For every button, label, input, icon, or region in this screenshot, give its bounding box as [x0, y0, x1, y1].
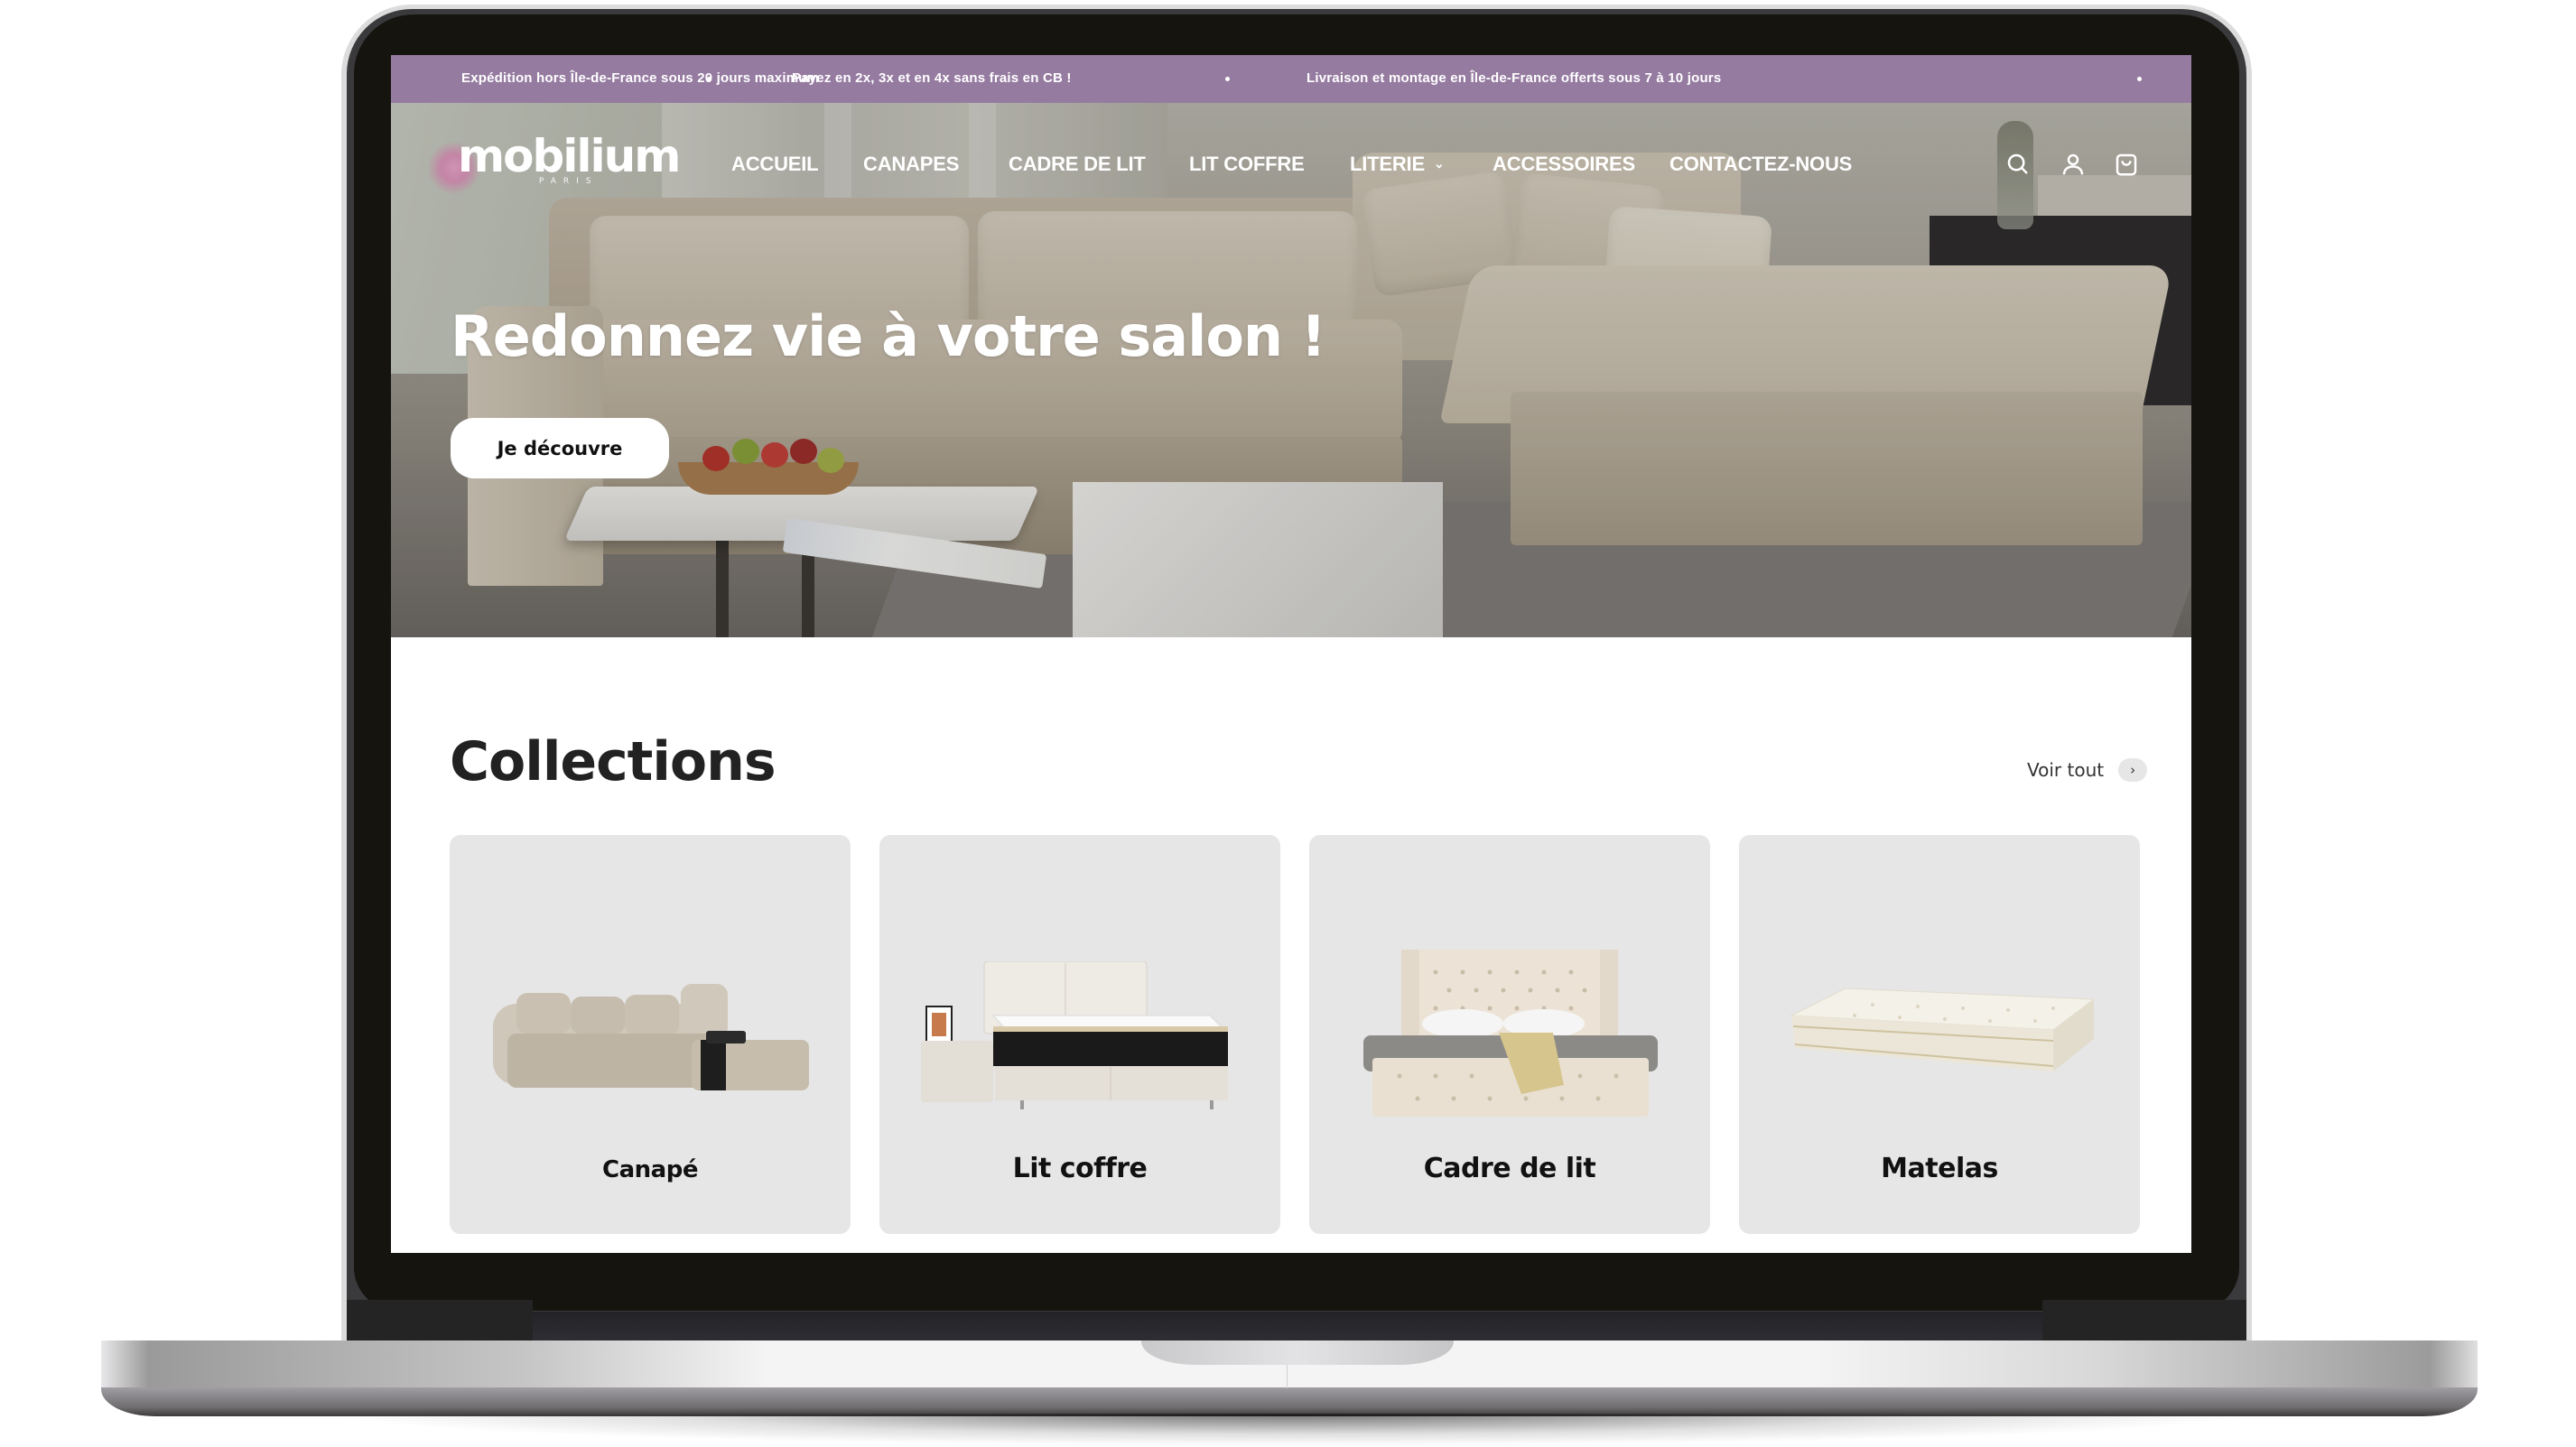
sofa-image: [493, 984, 809, 1090]
collection-card-canape[interactable]: Canapé: [450, 835, 851, 1234]
cart-icon[interactable]: [2113, 151, 2140, 178]
collections-title: Collections: [450, 730, 777, 793]
announcement-message[interactable]: Payez en 2x, 3x et en 4x sans frais en C…: [792, 70, 1072, 86]
collection-label: Cadre de lit: [1423, 1153, 1596, 1184]
chevron-down-icon: ⌄: [1433, 156, 1445, 171]
laptop-hinge: [533, 1312, 2042, 1342]
laptop-shadow: [325, 1414, 2257, 1446]
collection-card-lit-coffre[interactable]: Lit coffre: [879, 835, 1280, 1234]
separator-dot: [1225, 77, 1230, 81]
collection-label: Canapé: [602, 1156, 698, 1183]
search-icon[interactable]: [2004, 151, 2032, 178]
see-all-link[interactable]: Voir tout ›: [2027, 758, 2148, 782]
logo-wordmark: mobilium: [458, 130, 681, 182]
hero-title: Redonnez vie à votre salon !: [451, 303, 1326, 369]
storage-bed-image: [921, 961, 1230, 1109]
announcement-message[interactable]: Expédition hors Île-de-France sous 20 jo…: [461, 70, 819, 86]
collection-label: Matelas: [1881, 1153, 1998, 1184]
announcement-message[interactable]: Livraison et montage en Île-de-France of…: [1307, 70, 1721, 86]
laptop-hinge-right: [2042, 1300, 2246, 1342]
nav-literie-label: LITERIE: [1350, 153, 1425, 175]
laptop-base-seam: [1287, 1365, 1288, 1388]
nav-lit-coffre[interactable]: LIT COFFRE: [1189, 153, 1305, 176]
announcement-bar: Expédition hors Île-de-France sous 20 jo…: [391, 55, 2191, 103]
see-all-label: Voir tout: [2027, 759, 2105, 781]
nav-accueil[interactable]: ACCUEIL: [731, 153, 819, 176]
laptop-base-lip: [101, 1387, 2478, 1416]
nav-cadre-de-lit[interactable]: CADRE DE LIT: [1009, 153, 1146, 176]
bed-frame-image: [1363, 950, 1658, 1117]
laptop-opening-notch: [1141, 1340, 1454, 1365]
separator-dot: [2137, 77, 2142, 81]
discover-button[interactable]: Je découvre: [451, 418, 669, 478]
collection-card-matelas[interactable]: Matelas: [1739, 835, 2140, 1234]
nav-accessoires[interactable]: ACCESSOIRES: [1493, 153, 1635, 176]
collection-card-cadre-de-lit[interactable]: Cadre de lit: [1309, 835, 1710, 1234]
separator-dot: [707, 77, 711, 81]
nav-canapes[interactable]: CANAPES: [863, 153, 959, 176]
laptop-hinge-left: [347, 1300, 533, 1342]
logo-tagline: PARIS: [538, 177, 599, 186]
nav-contactez-nous[interactable]: CONTACTEZ-NOUS: [1669, 153, 1852, 176]
site-logo[interactable]: mobilium PARIS: [458, 130, 681, 186]
nav-literie[interactable]: LITERIE ⌄: [1350, 153, 1445, 176]
mattress-image: [1790, 988, 2096, 1071]
chevron-right-icon: ›: [2118, 758, 2148, 782]
account-icon[interactable]: [2060, 151, 2087, 178]
browser-viewport: Expédition hors Île-de-France sous 20 jo…: [391, 55, 2191, 1253]
collection-label: Lit coffre: [1012, 1153, 1148, 1184]
